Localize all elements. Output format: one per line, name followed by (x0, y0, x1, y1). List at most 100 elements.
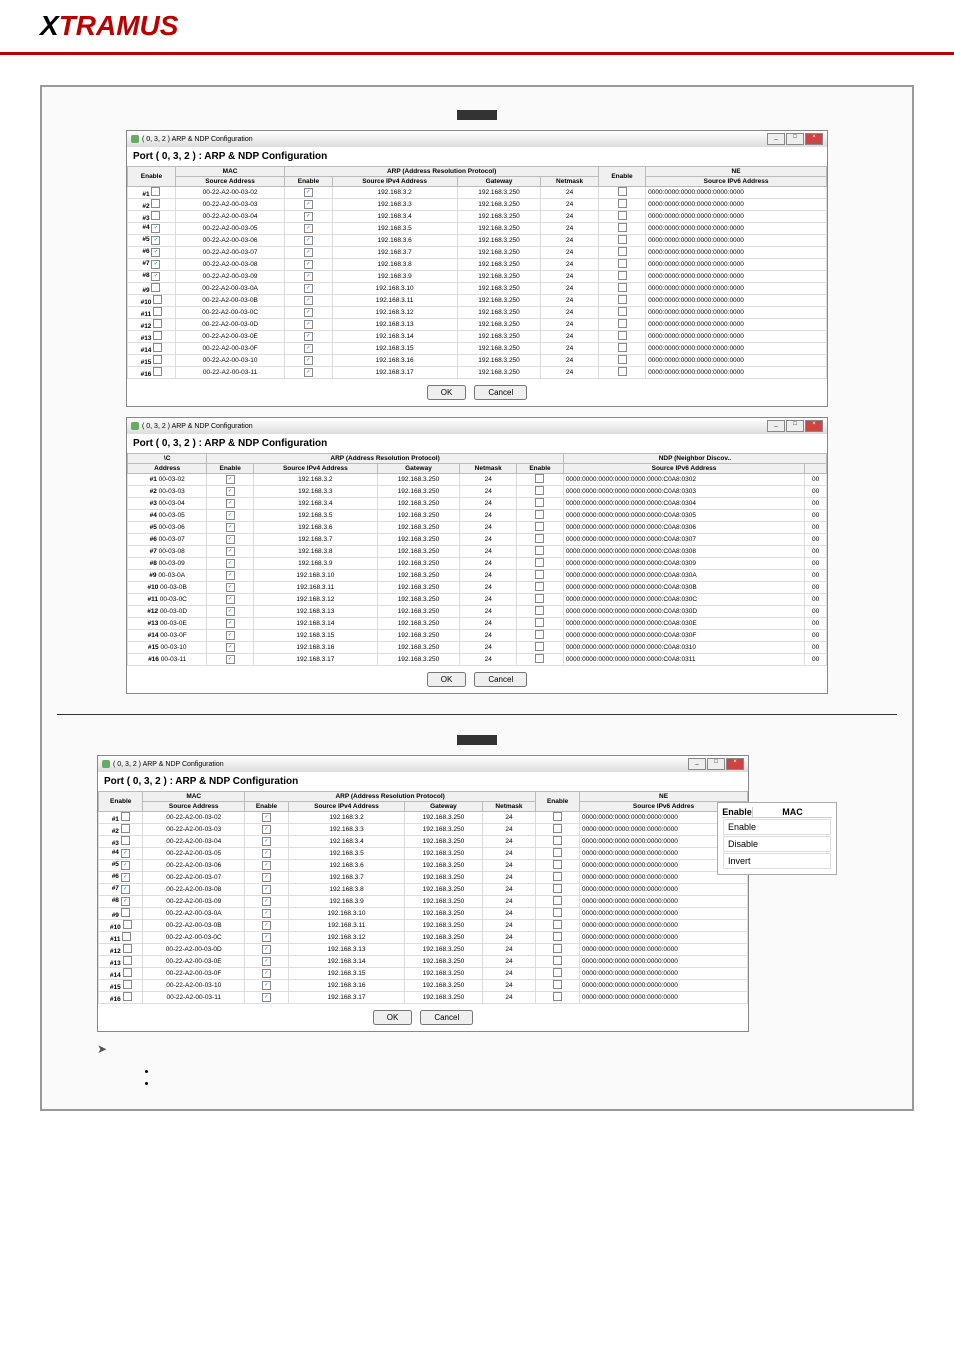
checkbox[interactable] (618, 235, 627, 244)
checkbox[interactable] (553, 860, 562, 869)
min-button[interactable]: _ (767, 420, 785, 432)
table-row[interactable]: #1 00-22-A2-00-03-02192.168.3.2192.168.3… (128, 187, 827, 199)
cancel-button[interactable]: Cancel (474, 672, 527, 687)
checkbox[interactable] (553, 920, 562, 929)
checkbox[interactable] (304, 344, 313, 353)
checkbox[interactable] (618, 259, 627, 268)
checkbox[interactable] (121, 873, 130, 882)
checkbox[interactable] (262, 861, 271, 870)
checkbox[interactable] (122, 932, 131, 941)
ok-button[interactable]: OK (427, 385, 467, 400)
checkbox[interactable] (226, 475, 235, 484)
table-row[interactable]: #12 00-22-A2-00-03-0D192.168.3.13192.168… (99, 944, 748, 956)
max-button[interactable]: □ (786, 133, 804, 145)
table-row[interactable]: #4 00-03-05192.168.3.5192.168.3.25024000… (128, 510, 827, 522)
table-row[interactable]: #15 00-22-A2-00-03-10192.168.3.16192.168… (99, 980, 748, 992)
table-row[interactable]: #3 00-22-A2-00-03-04192.168.3.4192.168.3… (128, 211, 827, 223)
checkbox[interactable] (123, 956, 132, 965)
table-row[interactable]: #15 00-22-A2-00-03-10192.168.3.16192.168… (128, 355, 827, 367)
checkbox[interactable] (535, 474, 544, 483)
ctx-enable[interactable]: Enable (723, 819, 831, 835)
checkbox[interactable] (262, 921, 271, 930)
checkbox[interactable] (123, 980, 132, 989)
checkbox[interactable] (535, 558, 544, 567)
checkbox[interactable] (553, 980, 562, 989)
table-row[interactable]: #12 00-03-0D192.168.3.13192.168.3.250240… (128, 606, 827, 618)
cancel-button[interactable]: Cancel (420, 1010, 473, 1025)
checkbox[interactable] (304, 308, 313, 317)
max-button[interactable]: □ (707, 758, 725, 770)
checkbox[interactable] (262, 897, 271, 906)
checkbox[interactable] (304, 212, 313, 221)
checkbox[interactable] (553, 824, 562, 833)
checkbox[interactable] (535, 546, 544, 555)
table-row[interactable]: #3 00-22-A2-00-03-04192.168.3.4192.168.3… (99, 836, 748, 848)
checkbox[interactable] (618, 187, 627, 196)
checkbox[interactable] (535, 498, 544, 507)
checkbox[interactable] (121, 885, 130, 894)
table-row[interactable]: #8 00-22-A2-00-03-09192.168.3.9192.168.3… (99, 896, 748, 908)
checkbox[interactable] (121, 908, 130, 917)
checkbox[interactable] (121, 849, 130, 858)
checkbox[interactable] (618, 367, 627, 376)
checkbox[interactable] (262, 993, 271, 1002)
checkbox[interactable] (535, 486, 544, 495)
table-row[interactable]: #11 00-22-A2-00-03-0C192.168.3.12192.168… (99, 932, 748, 944)
table-row[interactable]: #16 00-22-A2-00-03-11192.168.3.17192.168… (99, 992, 748, 1004)
checkbox[interactable] (553, 836, 562, 845)
checkbox[interactable] (226, 535, 235, 544)
checkbox[interactable] (304, 224, 313, 233)
checkbox[interactable] (123, 944, 132, 953)
checkbox[interactable] (304, 272, 313, 281)
checkbox[interactable] (618, 211, 627, 220)
checkbox[interactable] (304, 188, 313, 197)
checkbox[interactable] (262, 813, 271, 822)
checkbox[interactable] (226, 523, 235, 532)
min-button[interactable]: _ (688, 758, 706, 770)
checkbox[interactable] (121, 836, 130, 845)
checkbox[interactable] (226, 655, 235, 664)
table-row[interactable]: #15 00-03-10192.168.3.16192.168.3.250240… (128, 642, 827, 654)
checkbox[interactable] (226, 571, 235, 580)
checkbox[interactable] (123, 992, 132, 1001)
checkbox[interactable] (262, 981, 271, 990)
min-button[interactable]: _ (767, 133, 785, 145)
table-row[interactable]: #9 00-22-A2-00-03-0A192.168.3.10192.168.… (99, 908, 748, 920)
checkbox[interactable] (535, 606, 544, 615)
table-row[interactable]: #2 00-03-03192.168.3.3192.168.3.25024000… (128, 486, 827, 498)
checkbox[interactable] (535, 582, 544, 591)
checkbox[interactable] (121, 824, 130, 833)
table-row[interactable]: #9 00-03-0A192.168.3.10192.168.3.2502400… (128, 570, 827, 582)
checkbox[interactable] (153, 307, 162, 316)
checkbox[interactable] (121, 861, 130, 870)
table-row[interactable]: #7 00-03-08192.168.3.8192.168.3.25024000… (128, 546, 827, 558)
checkbox[interactable] (121, 897, 130, 906)
checkbox[interactable] (535, 594, 544, 603)
checkbox[interactable] (151, 260, 160, 269)
checkbox[interactable] (553, 812, 562, 821)
checkbox[interactable] (304, 332, 313, 341)
checkbox[interactable] (535, 654, 544, 663)
checkbox[interactable] (151, 248, 160, 257)
table-row[interactable]: #13 00-03-0E192.168.3.14192.168.3.250240… (128, 618, 827, 630)
checkbox[interactable] (618, 331, 627, 340)
checkbox[interactable] (618, 295, 627, 304)
checkbox[interactable] (304, 356, 313, 365)
table-row[interactable]: #4 00-22-A2-00-03-05192.168.3.5192.168.3… (99, 848, 748, 860)
table-row[interactable]: #8 00-22-A2-00-03-09192.168.3.9192.168.3… (128, 271, 827, 283)
checkbox[interactable] (304, 248, 313, 257)
cancel-button[interactable]: Cancel (474, 385, 527, 400)
table-row[interactable]: #2 00-22-A2-00-03-03192.168.3.3192.168.3… (128, 199, 827, 211)
checkbox[interactable] (535, 630, 544, 639)
checkbox[interactable] (618, 271, 627, 280)
checkbox[interactable] (151, 199, 160, 208)
checkbox[interactable] (535, 510, 544, 519)
checkbox[interactable] (618, 247, 627, 256)
checkbox[interactable] (553, 956, 562, 965)
table-row[interactable]: #7 00-22-A2-00-03-08192.168.3.8192.168.3… (99, 884, 748, 896)
checkbox[interactable] (304, 284, 313, 293)
checkbox[interactable] (226, 511, 235, 520)
table-row[interactable]: #1 00-22-A2-00-03-02192.168.3.2192.168.3… (99, 812, 748, 824)
table-row[interactable]: #6 00-22-A2-00-03-07192.168.3.7192.168.3… (99, 872, 748, 884)
checkbox[interactable] (262, 849, 271, 858)
